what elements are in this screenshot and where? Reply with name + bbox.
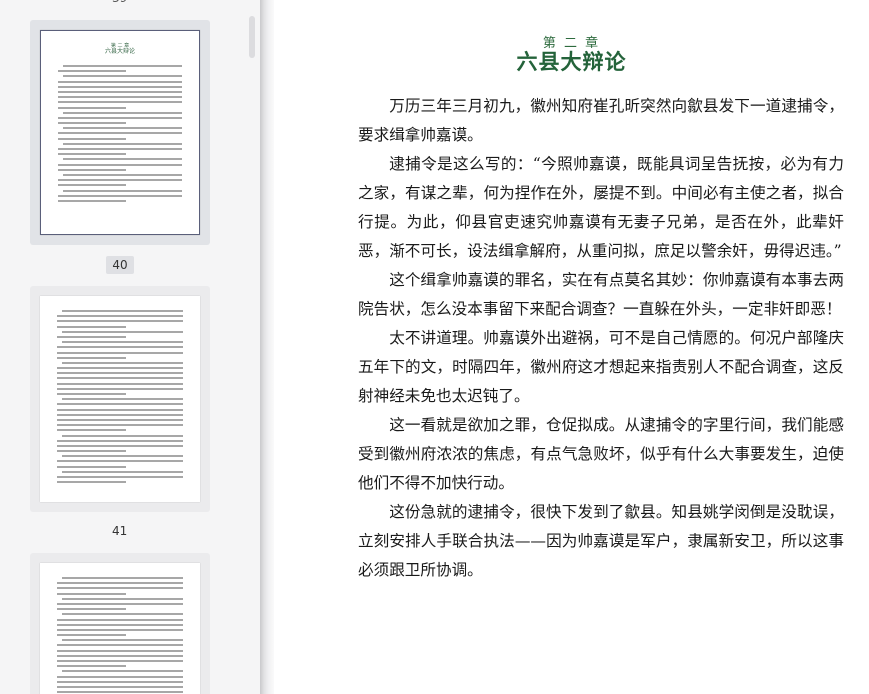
paragraph: 万历三年三月初九，徽州知府崔孔昕突然向歙县发下一道逮捕令，要求缉拿帅嘉谟。 xyxy=(358,97,844,144)
paragraph: 这一看就是欲加之罪，仓促拟成。从逮捕令的字里行间，我们能感受到徽州府浓浓的焦虑，… xyxy=(358,416,844,492)
thumbnail-page-preview: 第 二 章 六县大辩论 xyxy=(40,30,200,235)
chapter-title: 六县大辩论 xyxy=(516,49,627,74)
page-thumbnail-42[interactable] xyxy=(30,553,210,694)
page-label-40: 40 xyxy=(106,256,134,274)
thumbnail-text-lines xyxy=(57,577,183,694)
thumbnail-chapter-title: 六县大辩论 xyxy=(104,48,135,55)
thumbnail-page-preview xyxy=(40,563,200,694)
paragraph: 这个缉拿帅嘉谟的罪名，实在有点莫名其妙：你帅嘉谟有本事去两院告状，怎么没本事留下… xyxy=(358,271,844,318)
document-page: 第 二 章 六县大辩论 万历三年三月初九，徽州知府崔孔昕突然向歙县发下一道逮捕令… xyxy=(274,0,869,694)
page-label-41: 41 xyxy=(112,524,128,538)
paragraph: 太不讲道理。帅嘉谟外出避祸，可不是自己情愿的。何况户部隆庆五年下的文，时隔四年，… xyxy=(358,329,844,405)
panel-divider[interactable] xyxy=(260,0,274,694)
chapter-body: 万历三年三月初九，徽州知府崔孔昕突然向歙县发下一道逮捕令，要求缉拿帅嘉谟。 逮捕… xyxy=(358,92,844,585)
page-label-previous: 39 xyxy=(112,0,127,5)
page-thumbnail-40[interactable]: 第 二 章 六县大辩论 xyxy=(30,20,210,245)
thumbnail-text-lines xyxy=(57,310,183,486)
thumbnail-text-lines xyxy=(58,65,182,205)
thumbnail-sidebar: 39 第 二 章 六县大辩论 40 xyxy=(0,0,260,694)
paragraph: 这份急就的逮捕令，很快下发到了歙县。知县姚学闵倒是没耽误，立刻安排人手联合执法—… xyxy=(358,503,844,579)
thumbnail-page-preview xyxy=(40,296,200,502)
page-thumbnail-41[interactable] xyxy=(30,286,210,512)
paragraph: 逮捕令是这么写的：“今照帅嘉谟，既能具词呈告抚按，必为有力之家，有谋之辈，何为捏… xyxy=(358,155,844,260)
